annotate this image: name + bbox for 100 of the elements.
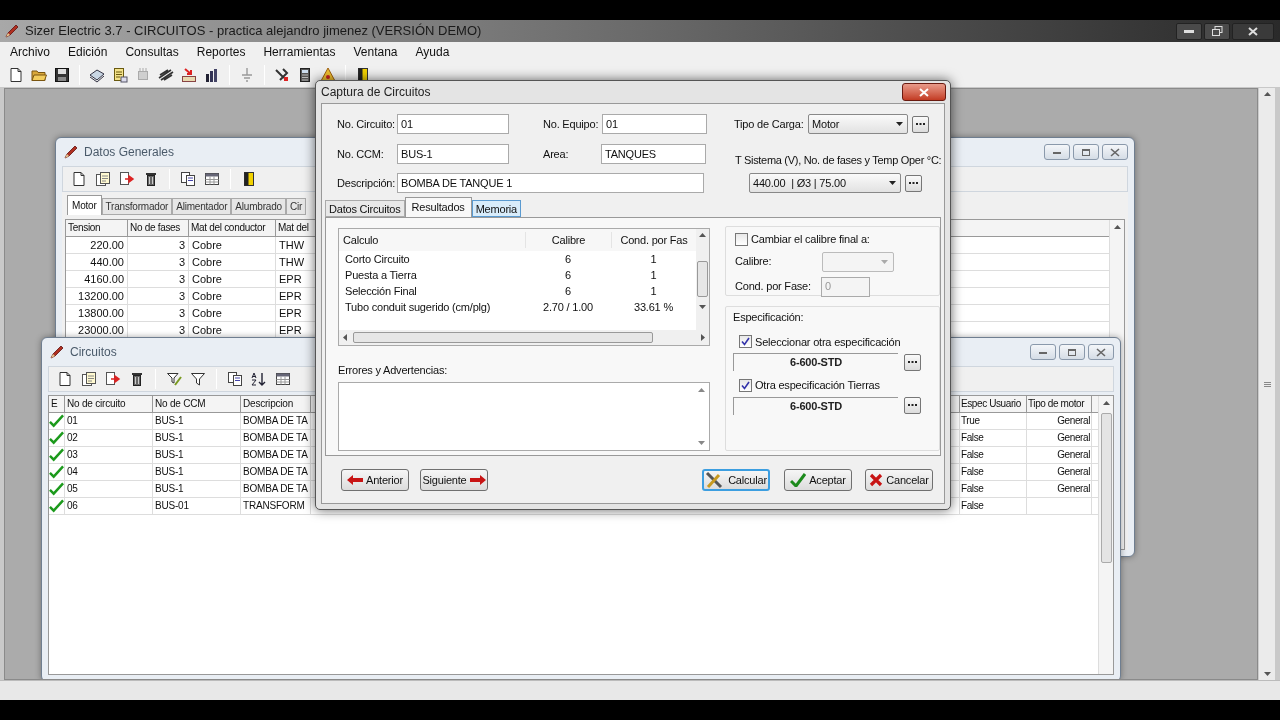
column-header[interactable]: Espec Usuario [959, 396, 1026, 412]
table-cell: 3 [128, 305, 189, 321]
column-header[interactable]: Calibre [525, 231, 611, 249]
trash-icon[interactable] [143, 171, 159, 187]
more-button[interactable] [905, 174, 922, 192]
scroll-thumb[interactable] [1100, 413, 1112, 563]
export-icon[interactable] [105, 371, 121, 387]
dropdown[interactable]: Motor [808, 114, 908, 134]
menu-item[interactable]: Ayuda [412, 43, 453, 61]
checkbox[interactable] [739, 378, 752, 392]
menu-item[interactable]: Herramientas [260, 43, 339, 61]
dialog-button[interactable]: Calcular [702, 469, 770, 491]
document-icon[interactable] [112, 66, 128, 83]
input-field[interactable]: 6-600-STD [733, 396, 898, 415]
table-cell-text: Selección Final [344, 283, 418, 299]
menu-item[interactable]: Reportes [193, 43, 249, 61]
export-icon[interactable] [119, 171, 135, 187]
checkbox[interactable] [739, 335, 752, 349]
close-button[interactable] [1102, 144, 1128, 160]
calculator-icon[interactable] [297, 66, 313, 83]
maximize-button[interactable] [1073, 144, 1099, 160]
table-icon[interactable] [275, 371, 291, 387]
minimize-button[interactable] [1044, 144, 1070, 160]
input-field[interactable]: TANQUES [601, 144, 706, 164]
right-arrow-icon [469, 475, 486, 485]
column-header[interactable]: Descripcion [241, 396, 311, 412]
tab[interactable]: Cir [285, 198, 307, 215]
input-field[interactable]: BOMBA DE TANQUE 1 [397, 173, 704, 193]
table-cell: 06 [65, 498, 153, 514]
column-header[interactable]: No de circuito [65, 396, 153, 412]
input-field[interactable]: 01 [602, 114, 707, 134]
input-field[interactable]: 6-600-STD [733, 353, 898, 371]
column-header[interactable]: No de fases [128, 220, 189, 236]
restore-icon [1211, 26, 1223, 36]
column-header[interactable]: Mat del conductor [189, 220, 276, 236]
horizontal-scrollbar[interactable] [339, 330, 709, 345]
table-cell: TRANSFORM [241, 498, 311, 514]
new-file-icon[interactable] [71, 171, 87, 187]
menu-item[interactable]: Edición [65, 43, 111, 61]
close-button[interactable] [902, 83, 946, 101]
new-file-icon[interactable] [8, 66, 24, 83]
column-header[interactable]: E [49, 396, 65, 412]
dialog-button[interactable]: Siguiente [420, 469, 488, 491]
documents-icon[interactable] [81, 371, 97, 387]
door-icon[interactable] [241, 171, 257, 187]
tab[interactable]: Resultados [404, 197, 472, 217]
column-header[interactable]: No de CCM [153, 396, 241, 412]
restore-button[interactable] [1204, 22, 1230, 40]
dialog-button[interactable]: Aceptar [784, 469, 852, 491]
input-field[interactable]: 01 [397, 114, 509, 134]
more-button[interactable] [904, 353, 921, 371]
minimize-button[interactable] [1176, 22, 1202, 40]
dialog-button[interactable]: Anterior [341, 469, 409, 491]
table-icon[interactable] [204, 171, 220, 187]
tab[interactable]: Motor [67, 195, 102, 215]
minimize-button[interactable] [1030, 344, 1056, 360]
dialog-button[interactable]: Cancelar [865, 469, 933, 491]
save-icon[interactable] [54, 66, 70, 83]
copy-icon[interactable] [180, 171, 196, 187]
table-cell: BUS-1 [153, 464, 241, 480]
tab[interactable]: Alumbrado [231, 198, 286, 215]
scroll-thumb[interactable] [353, 332, 653, 343]
tab[interactable]: Transformador [101, 198, 173, 215]
copy-icon[interactable] [227, 371, 243, 387]
vertical-scrollbar[interactable] [1098, 396, 1113, 674]
more-button[interactable] [904, 397, 921, 414]
menu-item[interactable]: Ventana [350, 43, 401, 61]
maximize-button[interactable] [1059, 344, 1085, 360]
column-header[interactable]: Tipo de motor [1026, 396, 1091, 412]
caret-icon [881, 259, 888, 264]
filter-icon[interactable] [190, 371, 206, 387]
column-header[interactable]: Tension [66, 220, 128, 236]
input-field[interactable]: BUS-1 [397, 144, 509, 164]
table-cell-text: 6 [564, 251, 572, 267]
menu-item[interactable]: Archivo [7, 43, 53, 61]
tab[interactable]: Alimentador [172, 198, 232, 215]
tray-arrow-icon[interactable] [181, 66, 197, 83]
window-title: Circuitos [70, 344, 117, 361]
scroll-up-icon [699, 233, 706, 237]
more-button[interactable] [912, 115, 929, 133]
vertical-scrollbar[interactable] [1258, 88, 1275, 680]
vertical-scrollbar[interactable] [696, 229, 709, 330]
documents-icon[interactable] [95, 171, 111, 187]
menu-item[interactable]: Consultas [122, 43, 182, 61]
tab[interactable]: Memoria [471, 200, 521, 217]
table-cell: False [959, 498, 1026, 514]
edit-filter-icon[interactable] [166, 371, 182, 387]
dropdown[interactable]: 440.00 | Ø3 | 75.00 [749, 173, 901, 193]
checkbox[interactable] [735, 232, 748, 246]
scroll-thumb[interactable] [697, 261, 708, 297]
x-icon [869, 473, 884, 487]
trash-icon[interactable] [129, 371, 145, 387]
close-button[interactable] [1088, 344, 1114, 360]
tools-icon[interactable] [274, 66, 290, 83]
sort-icon[interactable] [251, 371, 267, 387]
bar-chart-icon[interactable] [204, 66, 220, 83]
tab[interactable]: Datos Circuitos [325, 200, 405, 217]
table-cell: 220.00 [66, 237, 128, 253]
new-file-icon[interactable] [57, 371, 73, 387]
close-button[interactable] [1232, 22, 1274, 40]
